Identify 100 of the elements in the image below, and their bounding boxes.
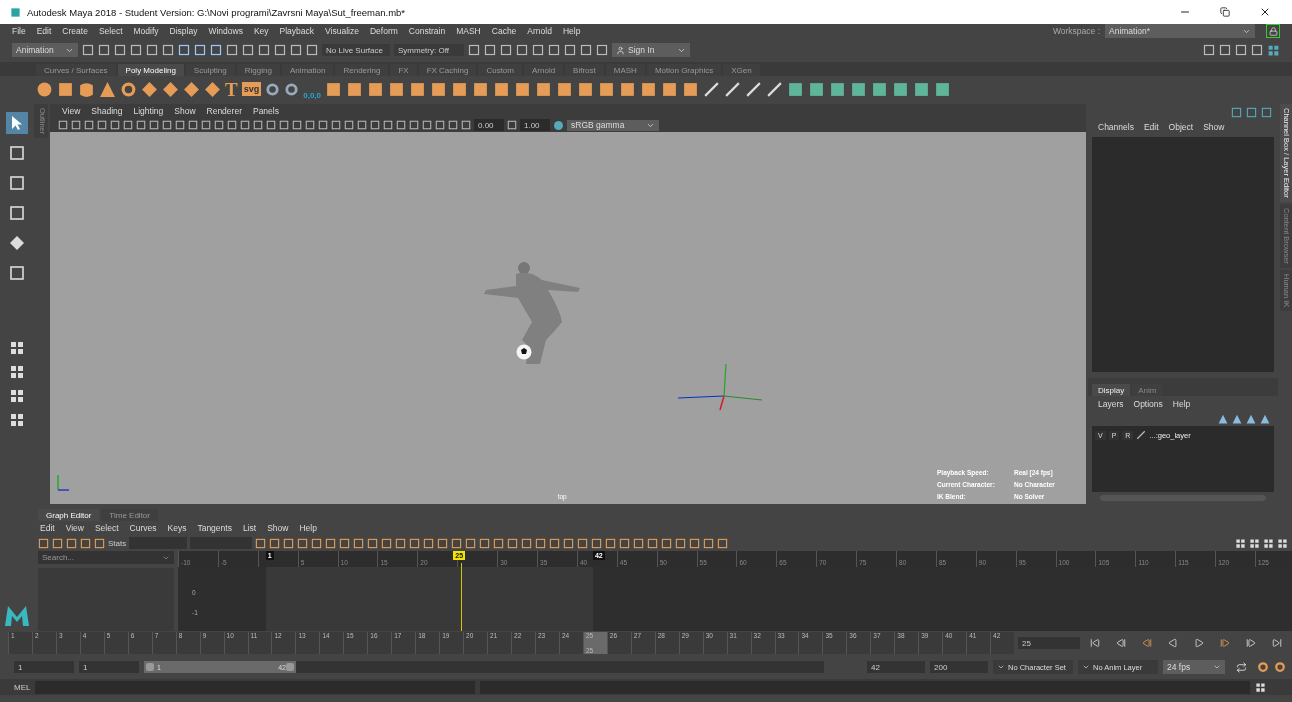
tool-icon[interactable] bbox=[829, 80, 846, 98]
range-end-field[interactable]: 42 bbox=[867, 661, 925, 673]
layout-icon[interactable] bbox=[9, 364, 25, 380]
selection-mode-icon[interactable] bbox=[178, 44, 190, 56]
editor-tab[interactable]: Time Editor bbox=[101, 509, 158, 521]
graph-tool-icon[interactable] bbox=[94, 537, 105, 549]
render-icon[interactable] bbox=[532, 44, 544, 56]
layer-menu-item[interactable]: Options bbox=[1133, 399, 1163, 409]
graph-tool-icon[interactable] bbox=[367, 537, 379, 549]
cylinder-icon[interactable] bbox=[78, 80, 95, 98]
tool-icon[interactable] bbox=[556, 80, 573, 98]
tool-icon[interactable] bbox=[619, 80, 636, 98]
gamma-field[interactable]: 1.00 bbox=[520, 119, 550, 131]
graph-tool-icon[interactable] bbox=[409, 537, 421, 549]
tool-icon[interactable] bbox=[661, 80, 678, 98]
panel-icon[interactable] bbox=[1246, 106, 1257, 118]
sign-in-dropdown[interactable]: Sign In bbox=[612, 43, 690, 57]
graph-tool-icon[interactable] bbox=[465, 537, 477, 549]
layout-icon[interactable] bbox=[9, 388, 25, 404]
menu-item[interactable]: MASH bbox=[456, 26, 481, 36]
tool-icon[interactable] bbox=[640, 80, 657, 98]
graph-tool-icon[interactable] bbox=[507, 537, 519, 549]
menu-item[interactable]: Edit bbox=[36, 26, 52, 36]
graph-menu-item[interactable]: Select bbox=[94, 523, 119, 533]
render-icon[interactable] bbox=[596, 44, 608, 56]
tool-icon[interactable] bbox=[766, 80, 783, 98]
tool-icon[interactable] bbox=[745, 80, 762, 98]
tool-icon[interactable] bbox=[535, 80, 552, 98]
layer-menu-item[interactable]: Help bbox=[1172, 399, 1191, 409]
graph-tool-icon[interactable] bbox=[353, 537, 365, 549]
menu-item[interactable]: Cache bbox=[491, 26, 517, 36]
tool-icon[interactable] bbox=[325, 80, 342, 98]
graph-tool-icon[interactable] bbox=[1249, 537, 1260, 549]
graph-tool-icon[interactable] bbox=[325, 537, 337, 549]
graph-tool-icon[interactable] bbox=[675, 537, 687, 549]
panel-icon[interactable] bbox=[1219, 44, 1231, 56]
graph-menu-item[interactable]: Edit bbox=[40, 523, 55, 533]
shelf-tab[interactable]: FX Caching bbox=[418, 64, 477, 76]
graph-tool-icon[interactable] bbox=[619, 537, 631, 549]
start-time-field[interactable]: 1 bbox=[14, 661, 74, 673]
tool-icon[interactable] bbox=[130, 44, 142, 56]
graph-tool-icon[interactable] bbox=[423, 537, 435, 549]
render-icon[interactable] bbox=[548, 44, 560, 56]
viewport-menu-item[interactable]: Panels bbox=[252, 106, 279, 116]
select-tool-button[interactable] bbox=[6, 112, 28, 134]
graph-tool-icon[interactable] bbox=[283, 537, 295, 549]
snap-icon[interactable] bbox=[258, 44, 270, 56]
graph-tool-icon[interactable] bbox=[1235, 537, 1246, 549]
viewport-menu-item[interactable]: Lighting bbox=[133, 106, 164, 116]
channel-menu-item[interactable]: Object bbox=[1168, 122, 1194, 132]
selection-mode-icon[interactable] bbox=[194, 44, 206, 56]
snap-icon[interactable] bbox=[242, 44, 254, 56]
shelf-tab[interactable]: Sculpting bbox=[185, 64, 235, 76]
shelf-tab[interactable]: Rendering bbox=[335, 64, 389, 76]
tool-icon[interactable] bbox=[346, 80, 363, 98]
graph-tool-icon[interactable] bbox=[563, 537, 575, 549]
settings-icon[interactable] bbox=[1274, 661, 1286, 673]
graph-tool-icon[interactable] bbox=[38, 537, 49, 549]
settings-icon[interactable] bbox=[1257, 661, 1269, 673]
tool-icon[interactable] bbox=[367, 80, 384, 98]
shelf-tab[interactable]: FX bbox=[390, 64, 417, 76]
layer-tab[interactable]: Display bbox=[1092, 384, 1131, 396]
menu-item[interactable]: Visualize bbox=[325, 26, 359, 36]
menu-item[interactable]: Modify bbox=[133, 26, 159, 36]
graph-tool-icon[interactable] bbox=[493, 537, 505, 549]
text-tool-button[interactable]: T bbox=[225, 79, 238, 99]
graph-tool-icon[interactable] bbox=[535, 537, 547, 549]
graph-tool-icon[interactable] bbox=[591, 537, 603, 549]
tool-icon[interactable] bbox=[598, 80, 615, 98]
tool-icon[interactable] bbox=[388, 80, 405, 98]
sphere-icon[interactable] bbox=[36, 80, 53, 98]
exposure-field[interactable]: 0.00 bbox=[474, 119, 504, 131]
tool-icon[interactable] bbox=[787, 80, 804, 98]
tool-icon[interactable] bbox=[82, 44, 94, 56]
graph-menu-item[interactable]: Tangents bbox=[197, 523, 232, 533]
graph-tool-icon[interactable] bbox=[269, 537, 281, 549]
tool-icon[interactable] bbox=[850, 80, 867, 98]
shelf-tab[interactable]: Curves / Surfaces bbox=[36, 64, 116, 76]
render-icon[interactable] bbox=[484, 44, 496, 56]
graph-tool-icon[interactable] bbox=[689, 537, 701, 549]
graph-tool-icon[interactable] bbox=[381, 537, 393, 549]
color-space-dropdown[interactable]: sRGB gamma bbox=[567, 119, 659, 131]
menu-item[interactable]: Windows bbox=[208, 26, 243, 36]
graph-tool-icon[interactable] bbox=[66, 537, 77, 549]
gamma-icon[interactable] bbox=[507, 120, 517, 130]
graph-tool-icon[interactable] bbox=[311, 537, 323, 549]
graph-menu-item[interactable]: Curves bbox=[129, 523, 157, 533]
graph-tool-icon[interactable] bbox=[80, 537, 91, 549]
menu-item[interactable]: Create bbox=[62, 26, 88, 36]
tool-icon[interactable] bbox=[934, 80, 951, 98]
viewport-menu-item[interactable]: View bbox=[62, 106, 81, 116]
graph-tool-icon[interactable] bbox=[605, 537, 617, 549]
graph-tool-icon[interactable] bbox=[717, 537, 729, 549]
script-editor-icon[interactable] bbox=[1255, 681, 1267, 693]
color-space-icon[interactable] bbox=[553, 119, 564, 131]
fps-dropdown[interactable]: 24 fps bbox=[1163, 660, 1225, 674]
graph-menu-item[interactable]: Keys bbox=[167, 523, 187, 533]
graph-tool-icon[interactable] bbox=[437, 537, 449, 549]
selection-mode-icon[interactable] bbox=[210, 44, 222, 56]
tool-icon[interactable] bbox=[892, 80, 909, 98]
